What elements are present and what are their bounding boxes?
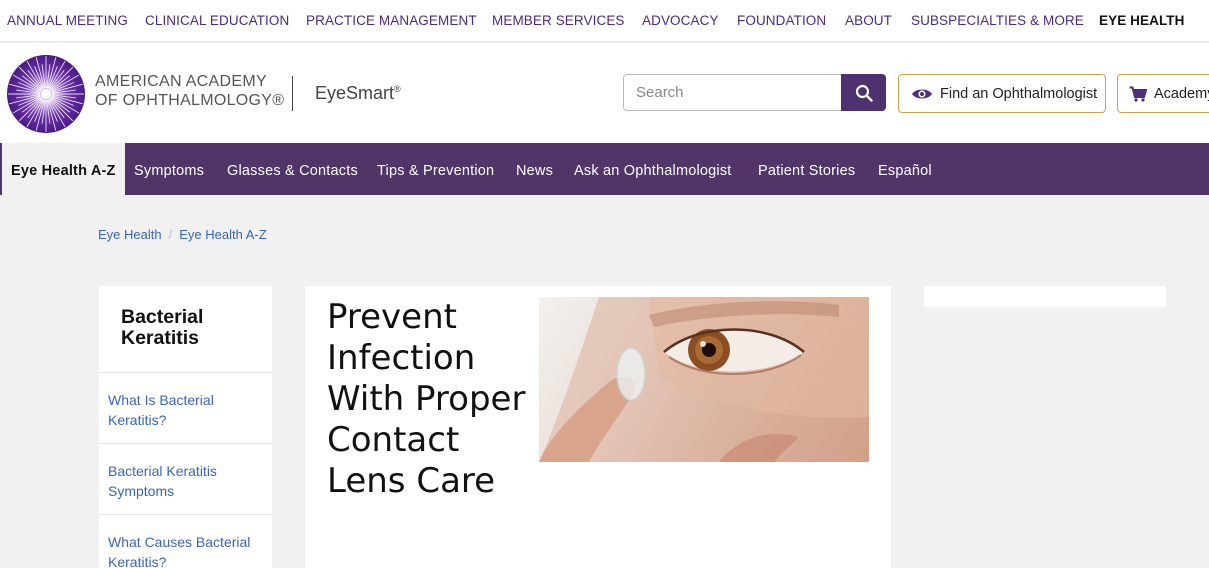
top-nav-advocacy[interactable]: ADVOCACY — [642, 13, 719, 28]
main-nav: Eye Health A-Z Symptoms Glasses & Contac… — [0, 143, 1209, 195]
org-name[interactable]: AMERICAN ACADEMY OF OPHTHALMOLOGY® — [95, 72, 284, 110]
hero-image-contact-lens — [539, 297, 869, 462]
breadcrumb-eye-health[interactable]: Eye Health — [98, 227, 162, 242]
search-button[interactable] — [841, 74, 886, 111]
sidebar-item-symptoms[interactable]: Bacterial Keratitis Symptoms — [99, 444, 272, 515]
cart-icon — [1129, 86, 1147, 102]
nav-tips-prevention[interactable]: Tips & Prevention — [377, 143, 494, 195]
org-name-line2: OF OPHTHALMOLOGY® — [95, 92, 285, 109]
nav-eye-health-az[interactable]: Eye Health A-Z — [2, 143, 125, 195]
site-header: AMERICAN ACADEMY OF OPHTHALMOLOGY® EyeSm… — [0, 43, 1209, 143]
header-divider — [292, 76, 293, 111]
article-card: Prevent Infection With Proper Contact Le… — [305, 286, 891, 568]
article-title: Prevent Infection With Proper Contact Le… — [327, 297, 526, 501]
search-input[interactable] — [623, 74, 842, 111]
find-ophthalmologist-label: Find an Ophthalmologist — [940, 85, 1098, 102]
academy-store-button[interactable]: Academy Store — [1117, 74, 1209, 113]
top-nav-about[interactable]: ABOUT — [845, 13, 892, 28]
academy-store-label: Academy Store — [1154, 85, 1209, 102]
nav-symptoms[interactable]: Symptoms — [134, 143, 204, 195]
search-icon — [855, 84, 873, 102]
hero-illustration — [539, 297, 869, 462]
breadcrumb: Eye Health / Eye Health A-Z — [98, 227, 267, 242]
org-name-line1: AMERICAN ACADEMY — [95, 73, 267, 90]
nav-ask-ophthalmologist[interactable]: Ask an Ophthalmologist — [574, 143, 732, 195]
top-nav-annual-meeting[interactable]: ANNUAL MEETING — [7, 13, 128, 28]
right-sidebar-widget — [924, 286, 1166, 307]
top-nav-foundation[interactable]: FOUNDATION — [737, 13, 826, 28]
top-nav-eye-health[interactable]: EYE HEALTH — [1099, 13, 1185, 28]
top-nav-practice-management[interactable]: PRACTICE MANAGEMENT — [306, 13, 477, 28]
top-nav-subspecialties[interactable]: SUBSPECIALTIES & MORE — [911, 13, 1084, 28]
nav-glasses-contacts[interactable]: Glasses & Contacts — [227, 143, 358, 195]
top-utility-nav: ANNUAL MEETING CLINICAL EDUCATION PRACTI… — [0, 0, 1209, 42]
eyesmart-registered-mark: ® — [394, 84, 401, 94]
sidebar-item-what-is[interactable]: What Is Bacterial Keratitis? — [99, 373, 272, 444]
top-nav-clinical-education[interactable]: CLINICAL EDUCATION — [145, 13, 289, 28]
top-nav-member-services[interactable]: MEMBER SERVICES — [492, 13, 625, 28]
sidebar-title: Bacterial Keratitis — [99, 286, 272, 373]
nav-espanol[interactable]: Español — [878, 143, 932, 195]
aao-logo-icon[interactable] — [6, 54, 86, 134]
breadcrumb-separator: / — [168, 227, 173, 242]
nav-patient-stories[interactable]: Patient Stories — [758, 143, 855, 195]
eyesmart-brand[interactable]: EyeSmart® — [315, 83, 401, 104]
breadcrumb-eye-health-az[interactable]: Eye Health A-Z — [179, 227, 266, 242]
eye-icon — [912, 89, 932, 98]
sidebar-item-causes[interactable]: What Causes Bacterial Keratitis? — [99, 515, 272, 568]
eyesmart-text: EyeSmart — [315, 83, 395, 103]
topic-sidebar: Bacterial Keratitis What Is Bacterial Ke… — [99, 286, 272, 568]
find-ophthalmologist-button[interactable]: Find an Ophthalmologist — [898, 74, 1106, 113]
nav-news[interactable]: News — [516, 143, 553, 195]
